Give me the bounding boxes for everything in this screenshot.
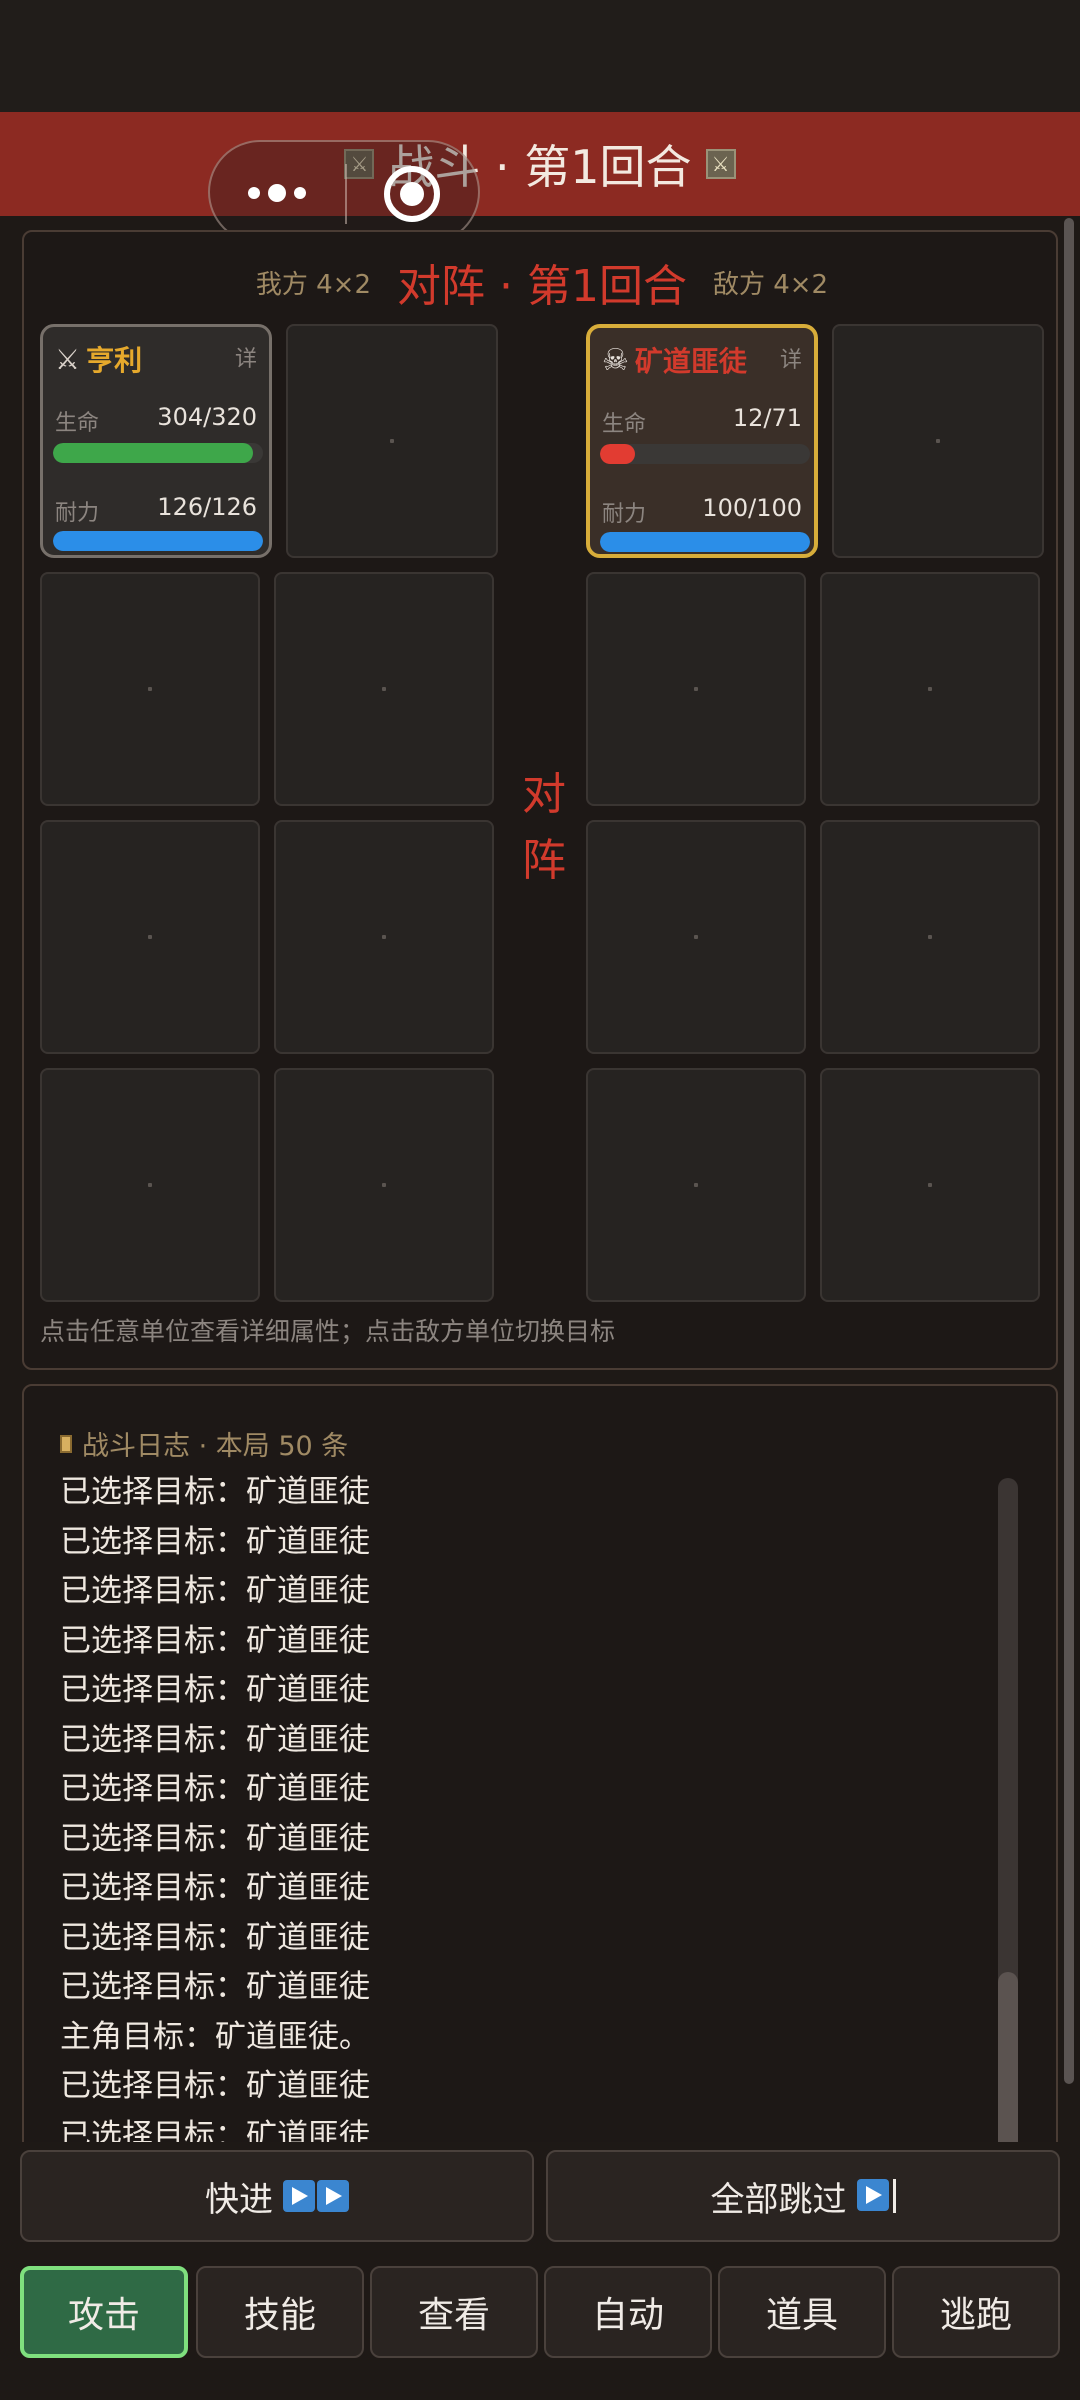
hp-label: 生命 [602, 412, 647, 437]
skull-icon: ☠ [602, 342, 629, 378]
battle-log-header: 战斗日志 · 本局 50 条 [60, 1424, 348, 1463]
empty-slot[interactable] [40, 1068, 260, 1302]
hp-bar [600, 444, 810, 464]
log-line: 已选择目标：矿道匪徒 [60, 1721, 370, 1758]
stamina-bar-fill [53, 531, 263, 551]
battle-log-title: 战斗日志 · 本局 50 条 [82, 1431, 349, 1462]
battle-panel: 我方 4×2 对阵 · 第1回合 敌方 4×2 ⚔ 亨利 详 生命 304/32… [22, 230, 1058, 1370]
log-line: 已选择目标：矿道匪徒 [60, 1523, 370, 1560]
detail-button[interactable]: 详 [235, 341, 257, 373]
detail-button[interactable]: 详 [780, 342, 802, 374]
stamina-label: 耐力 [55, 501, 100, 526]
ally-unit-card[interactable]: ⚔ 亨利 详 生命 304/320 耐力 126/126 [40, 324, 272, 558]
empty-slot[interactable] [586, 572, 806, 806]
ally-formation-label: 我方 4×2 [255, 269, 372, 300]
log-line: 已选择目标：矿道匪徒 [60, 1474, 370, 1510]
empty-slot[interactable] [286, 324, 498, 558]
inspect-button[interactable]: 查看 [370, 2266, 538, 2358]
stamina-value: 126/126 [157, 493, 257, 521]
stamina-label: 耐力 [602, 502, 647, 527]
items-button[interactable]: 道具 [718, 2266, 886, 2358]
more-menu-button[interactable] [248, 178, 348, 208]
hp-bar-fill [53, 443, 253, 463]
battle-log-list: 已选择目标：矿道匪徒 已选择目标：矿道匪徒 已选择目标：矿道匪徒 已选择目标：矿道匪徒… [60, 1468, 960, 2161]
empty-slot[interactable] [586, 1068, 806, 1302]
empty-slot[interactable] [40, 572, 260, 806]
log-line: 已选择目标：矿道匪徒 [60, 1771, 370, 1807]
hp-value: 304/320 [157, 403, 257, 431]
empty-slot[interactable] [820, 820, 1040, 1054]
log-line: 已选择目标：矿道匪徒 [60, 1820, 370, 1857]
empty-slot[interactable] [274, 572, 494, 806]
fast-forward-button[interactable]: 快进 [20, 2150, 534, 2242]
log-line: 已选择目标：矿道匪徒 [60, 1672, 370, 1708]
auto-button[interactable]: 自动 [544, 2266, 712, 2358]
hp-bar-fill [600, 444, 636, 464]
enemy-formation-label: 敌方 4×2 [712, 269, 829, 300]
enemy-unit-card[interactable]: ☠ 矿道匪徒 详 生命 12/71 耐力 100/100 [586, 324, 818, 558]
stamina-bar-fill [600, 532, 810, 552]
log-line: 已选择目标：矿道匪徒 [60, 1622, 370, 1659]
empty-slot[interactable] [586, 820, 806, 1054]
log-line: 已选择目标：矿道匪徒 [60, 1573, 370, 1609]
skill-button[interactable]: 技能 [196, 2266, 364, 2358]
scroll-icon [60, 1434, 72, 1453]
title-bar: ⚔ 战斗 · 第1回合 ⚔ [0, 112, 1080, 216]
hp-label: 生命 [55, 411, 100, 436]
unit-name: ☠ 矿道匪徒 [602, 342, 747, 379]
log-line: 已选择目标：矿道匪徒 [60, 1969, 370, 2005]
fast-forward-icon [283, 2180, 349, 2212]
versus-label: 对 阵 [522, 769, 566, 886]
battle-hint: 点击任意单位查看详细属性；点击敌方单位切换目标 [40, 1317, 616, 1346]
close-record-icon[interactable] [384, 166, 440, 222]
log-line: 已选择目标：矿道匪徒 [60, 2068, 370, 2104]
crossed-swords-icon: ⚔ [705, 149, 736, 179]
battle-round-title: 对阵 · 第1回合 [397, 261, 687, 312]
capsule-divider [345, 164, 347, 224]
stamina-bar [53, 531, 263, 551]
page-scrollbar[interactable] [1064, 218, 1074, 2084]
skip-to-end-icon [856, 2179, 896, 2213]
log-line: 已选择目标：矿道匪徒 [60, 1919, 370, 1956]
log-line: 已选择目标：矿道匪徒 [60, 1870, 370, 1906]
empty-slot[interactable] [274, 820, 494, 1054]
stamina-bar [600, 532, 810, 552]
miniprogram-capsule [208, 140, 480, 244]
hp-bar [53, 443, 263, 463]
attack-button[interactable]: 攻击 [20, 2266, 188, 2358]
empty-slot[interactable] [820, 572, 1040, 806]
crossed-swords-icon: ⚔ [55, 342, 81, 376]
status-bar [0, 0, 1080, 112]
unit-name: ⚔ 亨利 [55, 342, 143, 378]
action-footer: 快进 全部跳过 攻击 技能 查看 自动 道具 逃跑 [0, 2142, 1080, 2400]
empty-slot[interactable] [820, 1068, 1040, 1302]
stamina-value: 100/100 [702, 494, 802, 522]
log-line: 主角目标：矿道匪徒。 [60, 2018, 370, 2055]
hp-value: 12/71 [732, 404, 802, 432]
empty-slot[interactable] [274, 1068, 494, 1302]
empty-slot[interactable] [40, 820, 260, 1054]
skip-all-button[interactable]: 全部跳过 [546, 2150, 1060, 2242]
empty-slot[interactable] [832, 324, 1044, 558]
flee-button[interactable]: 逃跑 [892, 2266, 1060, 2358]
battle-header: 我方 4×2 对阵 · 第1回合 敌方 4×2 [24, 252, 1060, 312]
